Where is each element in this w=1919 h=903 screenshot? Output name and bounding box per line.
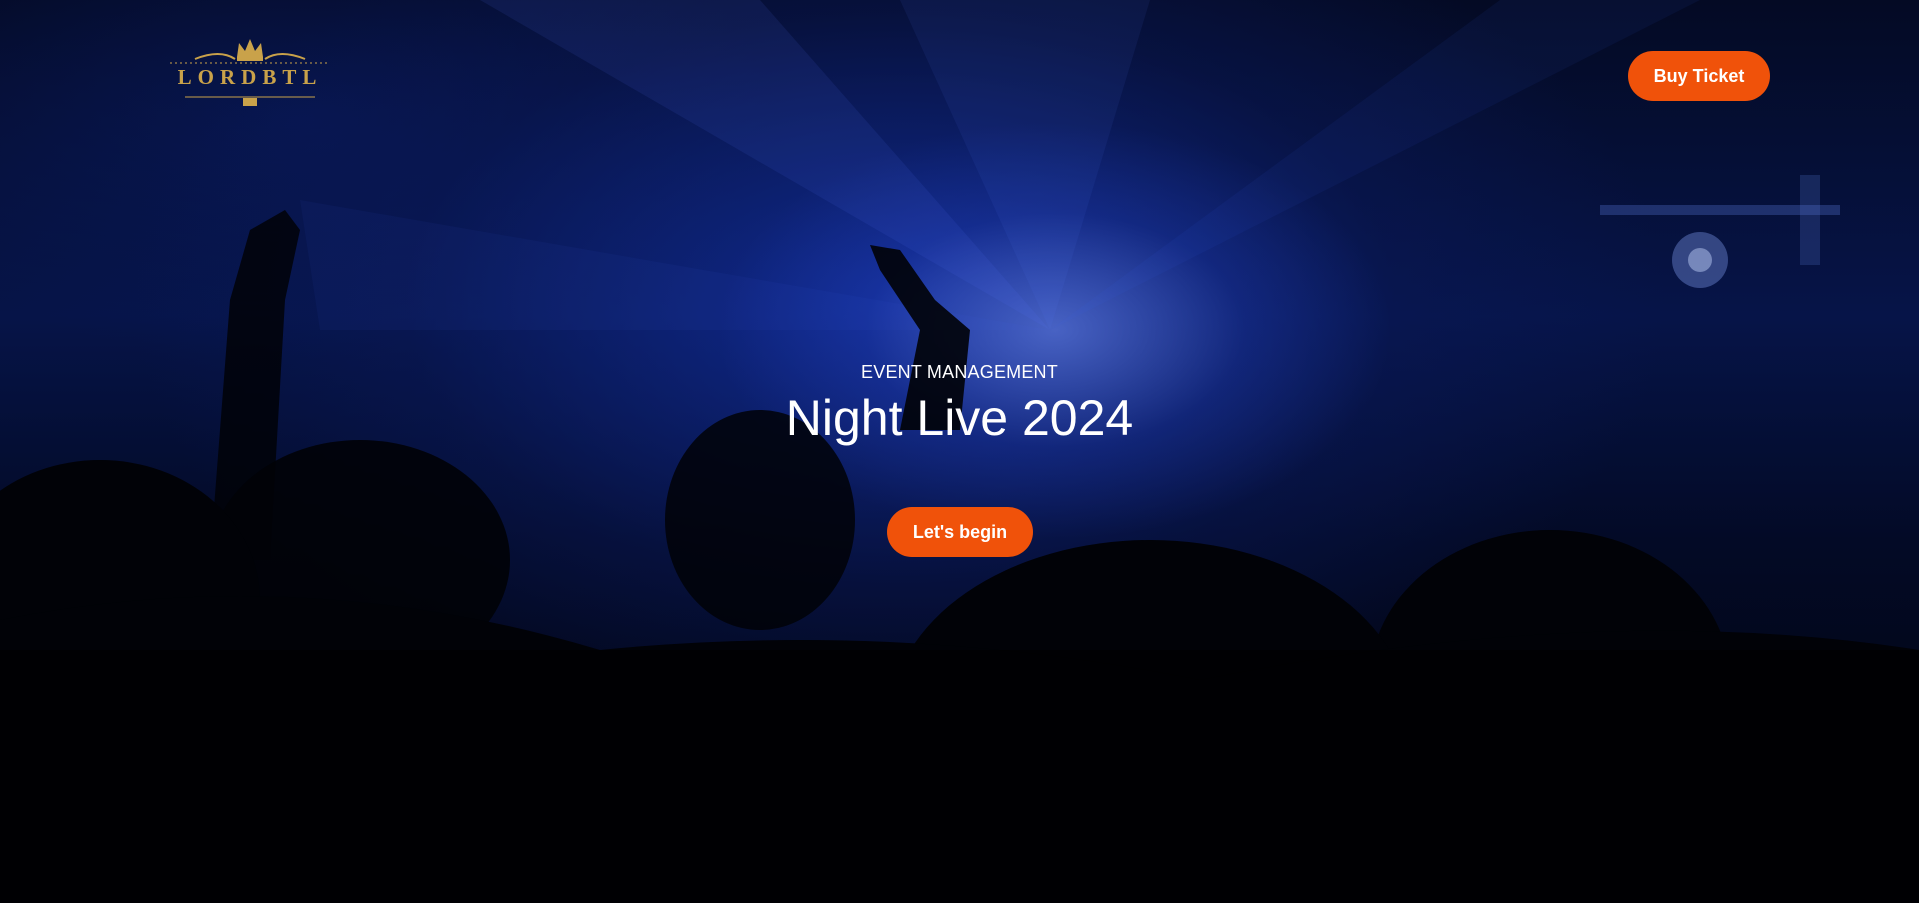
buy-ticket-button[interactable]: Buy Ticket	[1628, 51, 1770, 101]
concert-crowd-background	[0, 0, 1919, 903]
hero-section: LORDBTL Buy Ticket EVENT MANAGEMENT Nigh…	[0, 0, 1919, 903]
logo-wordmark: LORDBTL	[177, 65, 323, 89]
hero-content: EVENT MANAGEMENT Night Live 2024	[0, 362, 1919, 446]
hero-eyebrow: EVENT MANAGEMENT	[861, 362, 1058, 382]
lets-begin-button[interactable]: Let's begin	[887, 507, 1033, 557]
brand-logo[interactable]: LORDBTL	[165, 35, 335, 107]
hero-title: Night Live 2024	[785, 390, 1134, 446]
